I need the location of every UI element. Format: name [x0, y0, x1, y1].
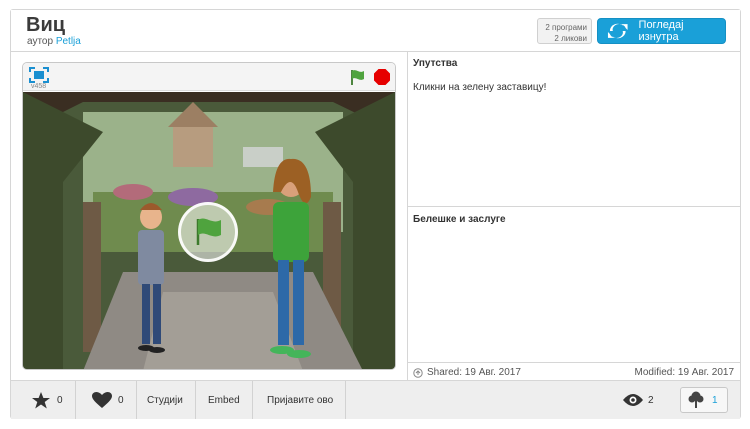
project-dates: Shared: 19 Авг. 2017 Modified: 19 Авг. 2… — [408, 362, 741, 380]
notes-title: Белешке и заслуге — [413, 214, 506, 225]
player-controls: v458 — [23, 63, 395, 91]
green-flag-icon[interactable] — [348, 68, 366, 86]
modified-date: Modified: 19 Авг. 2017 — [634, 367, 734, 378]
favorite-button[interactable]: 0 — [80, 381, 137, 419]
project-player: v458 — [22, 62, 396, 370]
see-inside-label: Погледај изнутра — [638, 19, 684, 43]
instructions-title: Упутства — [413, 58, 458, 69]
shared-date-text: Shared: 19 Авг. 2017 — [427, 367, 521, 378]
studios-button[interactable]: Студији — [135, 381, 196, 419]
notes-section: Белешке и заслуге — [408, 208, 741, 362]
project-footer: 0 0 Студији Embed Пријавите ово 2 1 — [11, 380, 740, 419]
favorite-count: 0 — [118, 394, 124, 406]
heart-icon — [92, 391, 112, 408]
eye-icon — [623, 394, 643, 406]
project-info-panel: Упутства Кликни на зелену заставицу! Бел… — [407, 52, 741, 380]
start-flag-overlay[interactable] — [178, 202, 238, 262]
green-flag-icon — [196, 218, 221, 245]
remix-tree-icon — [688, 391, 704, 408]
remix-count: 1 — [712, 394, 718, 406]
views-counter: 2 — [623, 381, 654, 419]
author-prefix: аутор — [27, 36, 54, 47]
star-icon — [32, 392, 50, 409]
see-inside-icon — [607, 23, 628, 39]
shared-date: Shared: 19 Авг. 2017 — [413, 367, 521, 378]
player-version: v458 — [31, 83, 47, 90]
instructions-text: Кликни на зелену заставицу! — [413, 82, 547, 93]
project-page: Виц аутор Petlja 2 програми 2 ликови Пог… — [10, 9, 741, 419]
share-icon — [413, 367, 423, 378]
instructions-section: Упутства Кликни на зелену заставицу! — [408, 52, 741, 207]
project-counts: 2 програми 2 ликови — [537, 18, 592, 44]
embed-button[interactable]: Embed — [196, 381, 253, 419]
stop-icon[interactable] — [373, 68, 391, 86]
scripts-count: 2 програми — [545, 23, 587, 32]
project-header: Виц аутор Petlja 2 програми 2 ликови Пог… — [11, 10, 740, 52]
sprites-count: 2 ликови — [554, 34, 587, 43]
project-stage[interactable] — [23, 92, 395, 369]
remix-tree-button[interactable]: 1 — [680, 387, 728, 413]
views-count: 2 — [648, 394, 654, 406]
report-button[interactable]: Пријавите ово — [255, 381, 347, 419]
love-button[interactable]: 0 — [11, 381, 76, 419]
project-byline: аутор Petlja — [27, 36, 81, 47]
love-count: 0 — [57, 394, 63, 406]
author-link[interactable]: Petlja — [56, 36, 81, 47]
see-inside-button[interactable]: Погледај изнутра — [597, 18, 726, 44]
project-title: Виц — [26, 14, 66, 36]
fullscreen-icon[interactable] — [29, 67, 49, 83]
